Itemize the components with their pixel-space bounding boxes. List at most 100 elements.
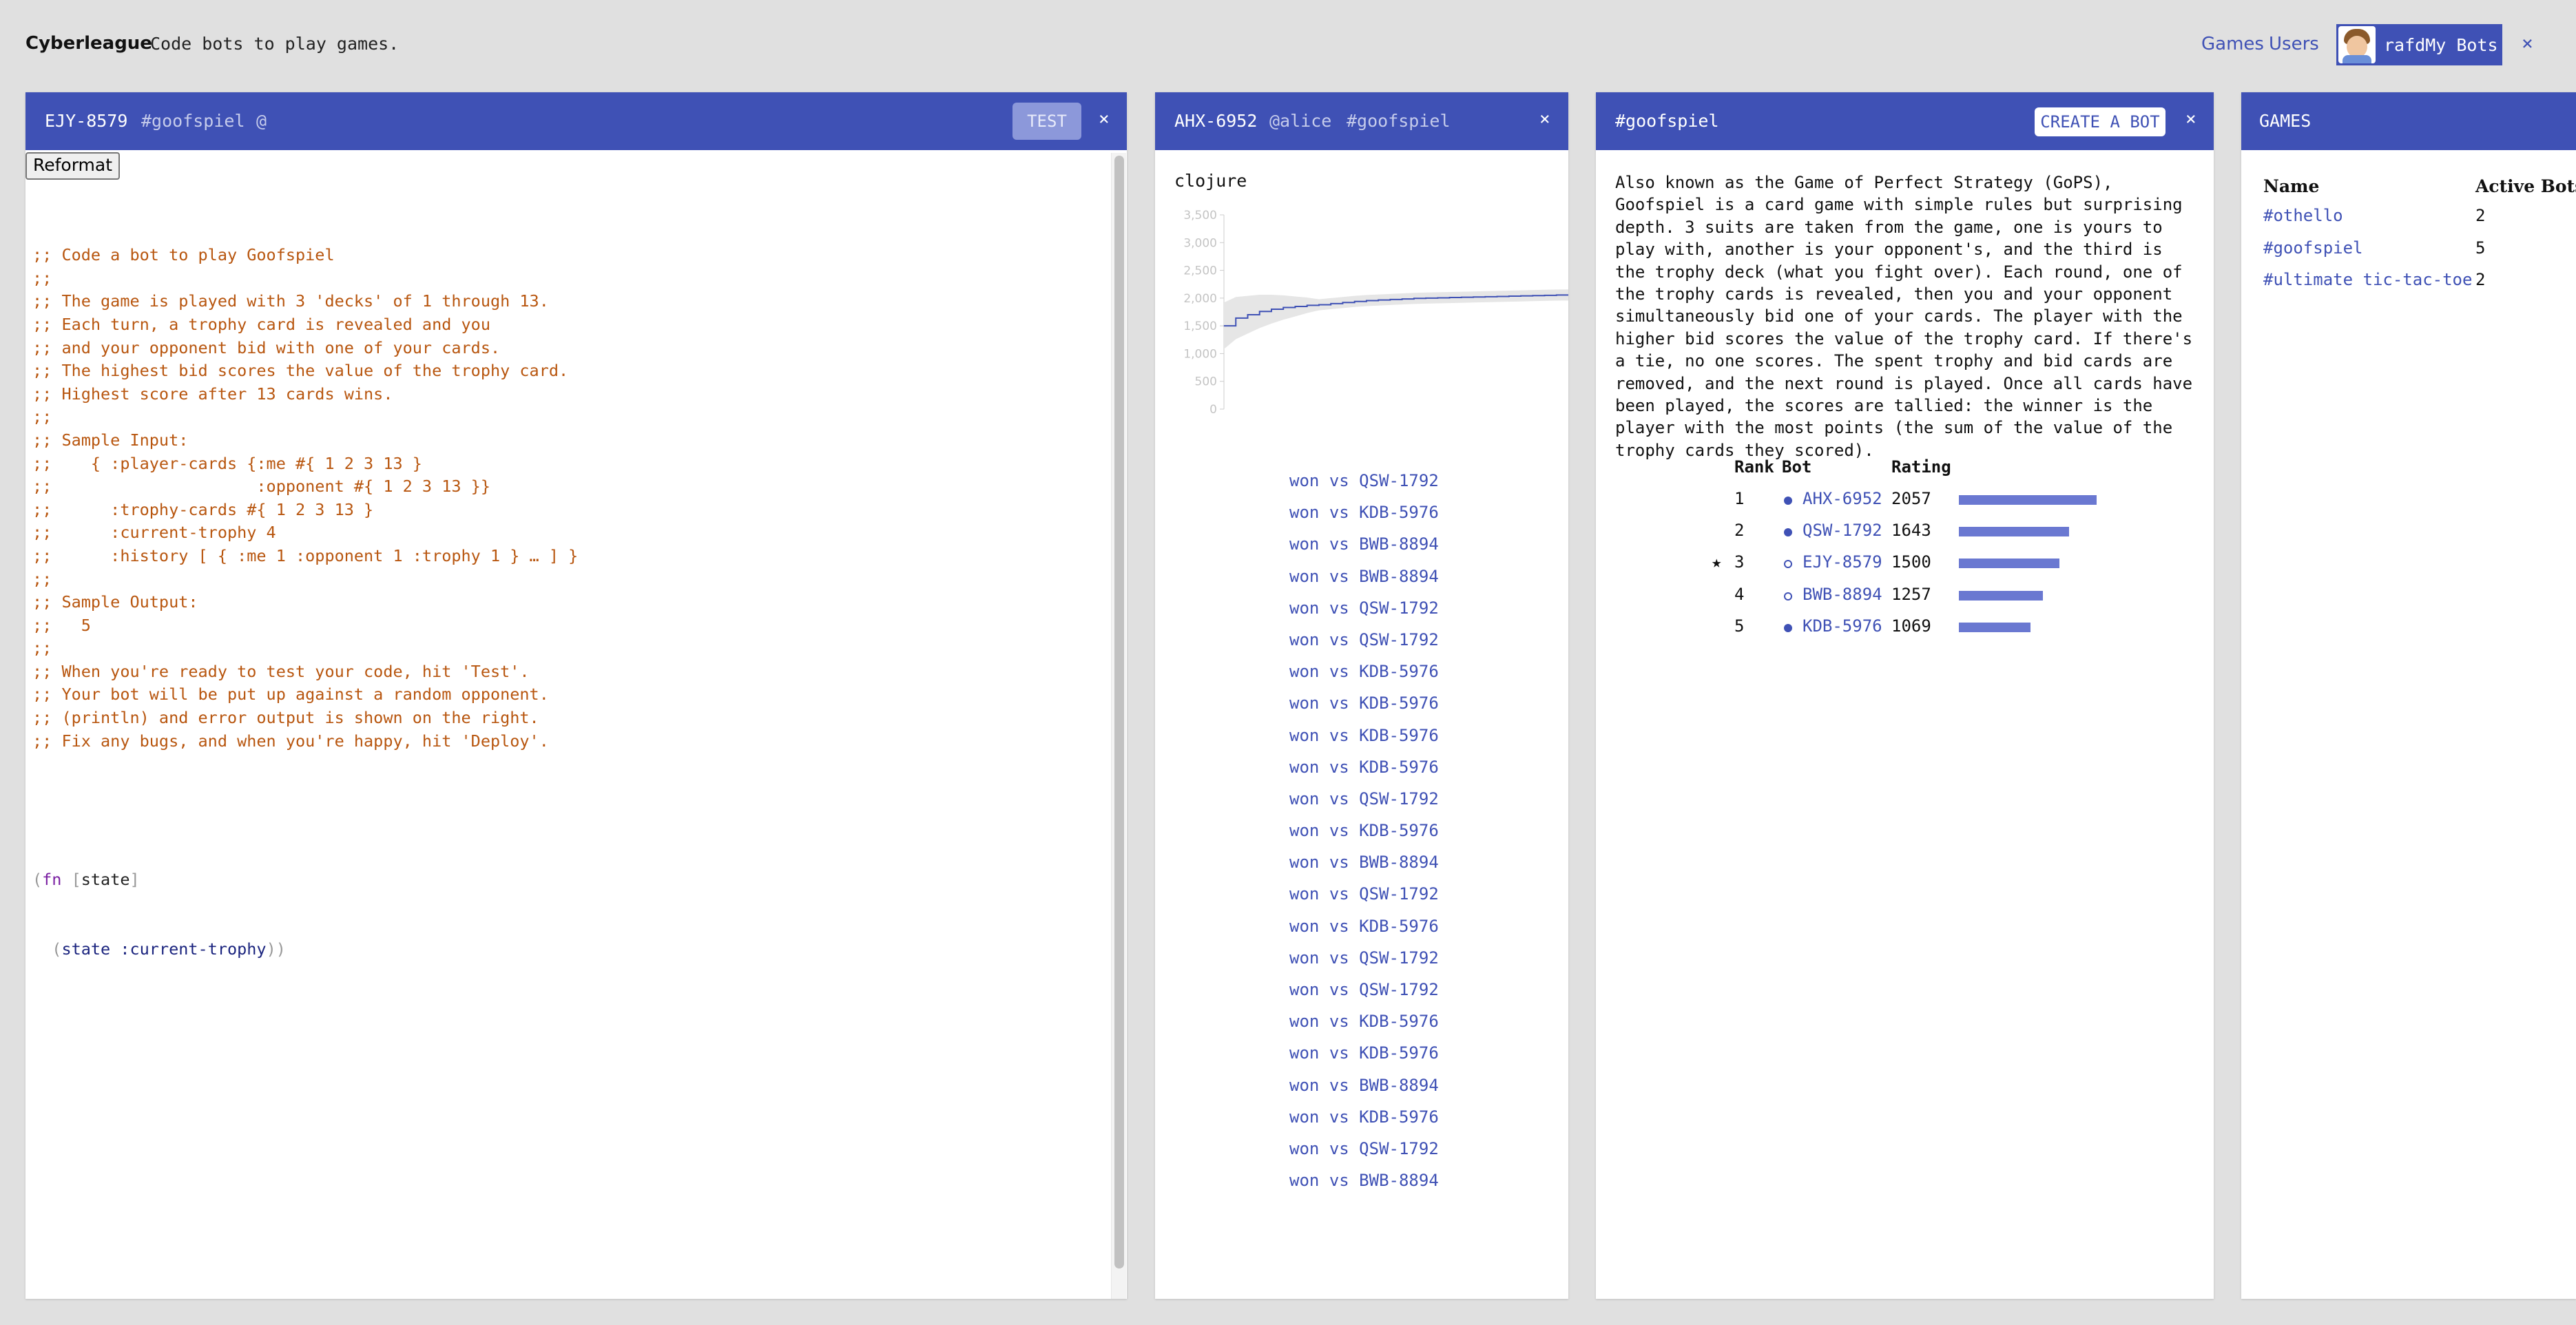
match-opponent-link[interactable]: QSW-1792 (1359, 948, 1439, 968)
match-opponent-link[interactable]: BWB-8894 (1359, 853, 1439, 872)
match-row[interactable]: won vs BWB-8894 (1289, 1076, 1439, 1107)
match-opponent-link[interactable]: KDB-5976 (1359, 821, 1439, 840)
match-result[interactable]: won (1289, 693, 1319, 713)
match-vs[interactable]: vs (1329, 471, 1349, 490)
match-opponent-link[interactable]: KDB-5976 (1359, 726, 1439, 745)
match-vs[interactable]: vs (1329, 567, 1349, 586)
my-bots-link[interactable]: My Bots (2425, 35, 2497, 55)
match-result[interactable]: won (1289, 534, 1319, 554)
reformat-button[interactable]: Reformat (25, 152, 120, 180)
match-opponent-link[interactable]: KDB-5976 (1359, 1043, 1439, 1063)
match-result[interactable]: won (1289, 758, 1319, 777)
match-vs[interactable]: vs (1329, 1171, 1349, 1190)
user-menu[interactable]: rafd My Bots (2336, 24, 2502, 65)
match-row[interactable]: won vs BWB-8894 (1289, 853, 1439, 884)
close-icon[interactable]: × (1539, 109, 1550, 129)
bot-game-tag[interactable]: #goofspiel (1347, 111, 1451, 131)
match-row[interactable]: won vs KDB-5976 (1289, 1107, 1439, 1139)
match-result[interactable]: won (1289, 1012, 1319, 1031)
nav-games-link[interactable]: Games (2201, 34, 2264, 54)
match-row[interactable]: won vs KDB-5976 (1289, 662, 1439, 693)
match-vs[interactable]: vs (1329, 917, 1349, 936)
match-result[interactable]: won (1289, 503, 1319, 522)
match-row[interactable]: won vs QSW-1792 (1289, 948, 1439, 980)
match-vs[interactable]: vs (1329, 1107, 1349, 1127)
match-opponent-link[interactable]: QSW-1792 (1359, 630, 1439, 649)
match-vs[interactable]: vs (1329, 948, 1349, 968)
match-result[interactable]: won (1289, 789, 1319, 808)
match-vs[interactable]: vs (1329, 534, 1349, 554)
match-row[interactable]: won vs KDB-5976 (1289, 1012, 1439, 1043)
match-opponent-link[interactable]: KDB-5976 (1359, 1012, 1439, 1031)
match-vs[interactable]: vs (1329, 726, 1349, 745)
match-opponent-link[interactable]: QSW-1792 (1359, 789, 1439, 808)
match-vs[interactable]: vs (1329, 1012, 1349, 1031)
brand-logo[interactable]: Cyberleague (25, 33, 152, 54)
match-row[interactable]: won vs BWB-8894 (1289, 534, 1439, 566)
match-row[interactable]: won vs KDB-5976 (1289, 503, 1439, 534)
match-opponent-link[interactable]: QSW-1792 (1359, 471, 1439, 490)
match-result[interactable]: won (1289, 1107, 1319, 1127)
match-result[interactable]: won (1289, 471, 1319, 490)
game-link[interactable]: #ultimate tic-tac-toe (2263, 270, 2472, 289)
match-row[interactable]: won vs QSW-1792 (1289, 789, 1439, 821)
match-row[interactable]: won vs QSW-1792 (1289, 980, 1439, 1012)
match-vs[interactable]: vs (1329, 662, 1349, 681)
match-opponent-link[interactable]: QSW-1792 (1359, 980, 1439, 999)
match-row[interactable]: won vs BWB-8894 (1289, 567, 1439, 598)
match-result[interactable]: won (1289, 1139, 1319, 1158)
match-row[interactable]: won vs KDB-5976 (1289, 726, 1439, 758)
match-vs[interactable]: vs (1329, 503, 1349, 522)
user-name[interactable]: rafd (2384, 35, 2425, 55)
match-result[interactable]: won (1289, 598, 1319, 618)
match-vs[interactable]: vs (1329, 630, 1349, 649)
bot-owner-link[interactable]: @alice (1269, 111, 1331, 131)
match-vs[interactable]: vs (1329, 1043, 1349, 1063)
create-bot-button[interactable]: CREATE A BOT (2035, 107, 2165, 136)
ranking-bot-link[interactable]: KDB-5976 (1803, 616, 1882, 636)
nav-users-link[interactable]: Users (2269, 34, 2319, 54)
match-opponent-link[interactable]: KDB-5976 (1359, 503, 1439, 522)
match-vs[interactable]: vs (1329, 789, 1349, 808)
match-row[interactable]: won vs KDB-5976 (1289, 758, 1439, 789)
match-opponent-link[interactable]: KDB-5976 (1359, 662, 1439, 681)
match-opponent-link[interactable]: KDB-5976 (1359, 917, 1439, 936)
match-result[interactable]: won (1289, 1076, 1319, 1095)
game-link[interactable]: #othello (2263, 206, 2343, 225)
match-opponent-link[interactable]: BWB-8894 (1359, 567, 1439, 586)
match-row[interactable]: won vs QSW-1792 (1289, 598, 1439, 630)
match-row[interactable]: won vs QSW-1792 (1289, 884, 1439, 916)
match-result[interactable]: won (1289, 567, 1319, 586)
close-icon[interactable]: × (2185, 109, 2196, 129)
match-row[interactable]: won vs QSW-1792 (1289, 1139, 1439, 1171)
match-result[interactable]: won (1289, 917, 1319, 936)
close-icon[interactable]: × (2522, 32, 2533, 54)
ranking-bot-link[interactable]: AHX-6952 (1803, 489, 1882, 508)
match-result[interactable]: won (1289, 948, 1319, 968)
match-result[interactable]: won (1289, 630, 1319, 649)
ranking-bot-link[interactable]: QSW-1792 (1803, 521, 1882, 540)
editor-bot-id[interactable]: EJY-8579 (45, 111, 127, 131)
ranking-bot-link[interactable]: BWB-8894 (1803, 585, 1882, 604)
match-opponent-link[interactable]: KDB-5976 (1359, 693, 1439, 713)
match-vs[interactable]: vs (1329, 693, 1349, 713)
match-opponent-link[interactable]: BWB-8894 (1359, 534, 1439, 554)
match-vs[interactable]: vs (1329, 598, 1349, 618)
bot-id[interactable]: AHX-6952 (1174, 111, 1257, 131)
match-vs[interactable]: vs (1329, 853, 1349, 872)
match-result[interactable]: won (1289, 1043, 1319, 1063)
match-opponent-link[interactable]: QSW-1792 (1359, 598, 1439, 618)
match-vs[interactable]: vs (1329, 758, 1349, 777)
match-opponent-link[interactable]: QSW-1792 (1359, 884, 1439, 904)
match-row[interactable]: won vs KDB-5976 (1289, 821, 1439, 853)
match-row[interactable]: won vs QSW-1792 (1289, 471, 1439, 503)
match-opponent-link[interactable]: KDB-5976 (1359, 758, 1439, 777)
match-vs[interactable]: vs (1329, 1076, 1349, 1095)
match-vs[interactable]: vs (1329, 980, 1349, 999)
match-result[interactable]: won (1289, 1171, 1319, 1190)
match-opponent-link[interactable]: BWB-8894 (1359, 1171, 1439, 1190)
match-row[interactable]: won vs KDB-5976 (1289, 1043, 1439, 1075)
match-row[interactable]: won vs KDB-5976 (1289, 917, 1439, 948)
code-editor[interactable]: ;; Code a bot to play Goofspiel;; ;; The … (32, 198, 1107, 1008)
match-result[interactable]: won (1289, 662, 1319, 681)
